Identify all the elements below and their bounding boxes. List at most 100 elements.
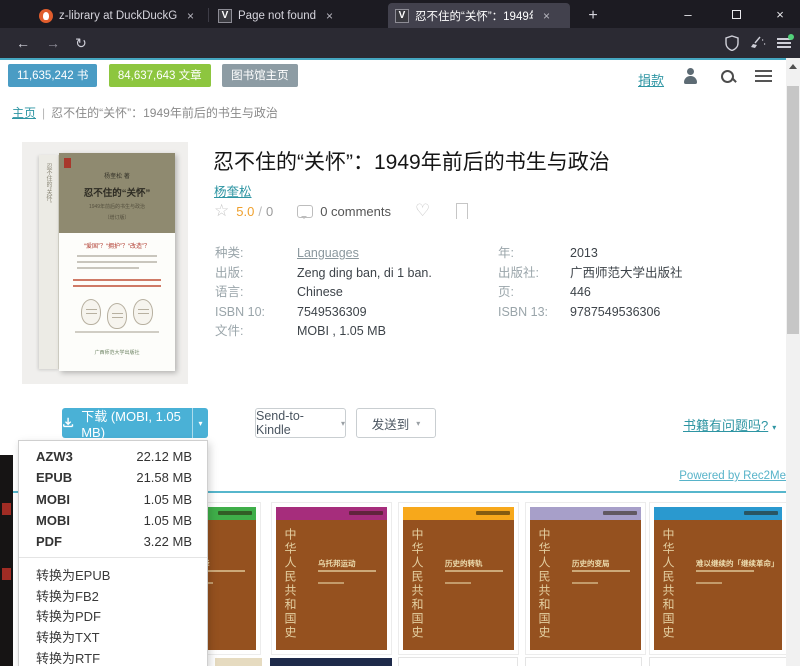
book-front-cover: 杨奎松 著 忍不住的“关怀” 1949年前后的书生与政治 〔增订版〕 “爱国”？… [59,153,175,371]
scroll-up-icon[interactable] [789,64,797,69]
browser-window: z-library at DuckDuckGo × V Page not fou… [0,0,800,666]
report-problem-link[interactable]: 书籍有问题吗? ▾ [683,415,776,434]
cover-band [530,507,641,520]
language-value: Chinese [297,283,497,303]
cover-red-line [73,285,161,287]
window-close-button[interactable]: × [760,0,800,28]
breadcrumb-home-link[interactable]: 主页 [12,106,36,120]
meta-labels-right: 年: 出版社: 页: ISBN 13: [498,244,568,322]
send-to-kindle-button[interactable]: Send-to-Kindle ▾ [255,408,346,438]
isbn13-value: 9787549536306 [570,303,780,323]
page-scrollbar[interactable] [786,58,800,666]
languages-link[interactable]: Languages [297,246,359,260]
menu-item-format[interactable]: MOBI1.05 MB [19,489,207,510]
report-problem-label: 书籍有问题吗? [683,418,768,433]
series-title: 中华人民共和国史 [536,528,553,640]
recommended-book-3[interactable]: 中华人民共和国史 历史的转轨 [399,503,518,654]
breadcrumb-separator: | [42,106,45,120]
back-button[interactable]: ← [12,33,34,53]
file-value: MOBI , 1.05 MB [297,322,497,342]
download-button[interactable]: 下载 (MOBI, 1.05 MB) [62,408,192,438]
recommended-book-row2[interactable] [270,658,392,666]
author-link[interactable]: 杨奎松 [214,181,252,200]
tab-close-icon[interactable]: × [185,9,196,23]
series-title: 中华人民共和国史 [409,528,426,640]
window-maximize-button[interactable] [716,0,756,28]
forward-button[interactable]: → [42,33,64,53]
tab-page-not-found[interactable]: V Page not found × [211,3,383,28]
menu-item-format[interactable]: EPUB21.58 MB [19,467,207,488]
menu-item-convert[interactable]: 转换为EPUB [19,564,207,585]
menu-item-format[interactable]: PDF3.22 MB [19,531,207,552]
cover-text-line [77,261,157,263]
favorite-heart-icon[interactable]: ♡ [415,201,430,221]
cover-text-line [77,255,157,257]
menu-button[interactable] [774,33,794,53]
send-to-button[interactable]: 发送到 ▾ [356,408,436,438]
duckduckgo-icon [39,9,53,23]
meta-values-right: 2013 广西师范大学出版社 446 9787549536306 [570,244,780,322]
menu-item-format[interactable]: AZW322.12 MB [19,446,207,467]
scrollbar-thumb[interactable] [787,86,799,334]
page-top-accent [0,58,800,60]
recommended-book-5[interactable]: 中华人民共和国史 难以继续的「继续革命」 [650,503,786,654]
new-identity-broom-icon[interactable] [748,33,768,53]
caret-down-icon: ▾ [341,419,345,428]
books-count-badge[interactable]: 11,635,242 书 [8,64,97,87]
send-to-label: 发送到 [372,414,410,433]
meta-values-left: Languages Zeng ding ban, di 1 ban. Chine… [297,244,497,342]
recommended-book-4[interactable]: 中华人民共和国史 历史的变局 [526,503,645,654]
recommended-book-row2[interactable] [650,658,786,666]
new-tab-button[interactable]: + [580,3,606,28]
cover-band [276,507,387,520]
cover-title: 忍不住的“关怀” [59,185,175,199]
tab-bar: z-library at DuckDuckGo × V Page not fou… [0,0,800,28]
cover-top-panel: 杨奎松 著 忍不住的“关怀” 1949年前后的书生与政治 〔增订版〕 [59,153,175,233]
book-cover-image[interactable]: 忍不住的“关怀” 杨奎松 著 忍不住的“关怀” 1949年前后的书生与政治 〔增… [22,142,188,384]
tab-duckduckgo[interactable]: z-library at DuckDuckGo × [32,3,206,28]
download-options-caret[interactable]: ▾ [192,408,208,438]
menu-item-convert[interactable]: 转换为FB2 [19,585,207,606]
caret-down-icon: ▾ [772,423,776,432]
tab-close-icon[interactable]: × [324,9,335,23]
reload-button[interactable]: ↻ [70,33,92,53]
rating-score: 5.0 [236,204,254,219]
window-minimize-button[interactable]: – [668,0,708,28]
cover-band [654,507,782,520]
series-title: 中华人民共和国史 [660,528,677,640]
articles-count-badge[interactable]: 84,637,643 文章 [109,64,211,87]
recommended-book-row2[interactable] [215,658,262,666]
rating-star-icon[interactable]: ☆ [214,201,229,221]
library-home-badge[interactable]: 图书馆主页 [222,64,298,87]
shield-icon[interactable] [722,33,742,53]
recommended-book-row2[interactable] [526,658,641,666]
tab-title: z-library at DuckDuckGo [59,10,177,22]
book-spine: 忍不住的“关怀” [39,155,59,369]
recommended-book-2[interactable]: 中华人民共和国史 乌托邦运动 [272,503,391,654]
donate-link[interactable]: 捐款 [638,70,664,89]
menu-item-convert[interactable]: 转换为PDF [19,606,207,627]
recommended-book-row2[interactable] [399,658,517,666]
hamburger-icon [777,38,791,48]
download-label: 下载 (MOBI, 1.05 MB) [81,406,192,440]
cover-author-line: 杨奎松 著 [59,171,175,180]
cover-tagline: “爱国”？“拥护”？“改造”？ [59,241,175,250]
year-value: 2013 [570,244,780,264]
cover-seal [64,158,71,168]
tab-book-page-active[interactable]: V 忍不住的“关怀”：1949年前后的 × [388,3,570,28]
menu-item-format[interactable]: MOBI1.05 MB [19,510,207,531]
download-icon [62,416,74,430]
comments-link[interactable]: 0 comments [320,204,391,219]
menu-item-convert[interactable]: 转换为TXT [19,626,207,647]
download-format-menu: AZW322.12 MB EPUB21.58 MB MOBI1.05 MB MO… [18,440,208,666]
menu-item-convert[interactable]: 转换为RTF [19,647,207,666]
page-title: 忍不住的“关怀”：1949年前后的书生与政治 [213,146,773,176]
bookmark-icon[interactable] [456,203,468,219]
book-title: 难以继续的「继续革命」 [696,558,782,569]
zlibrary-icon: V [395,9,409,23]
rating-count: 0 [266,204,273,219]
tab-close-icon[interactable]: × [541,9,552,23]
powered-by-link[interactable]: Powered by Rec2Me [679,470,786,482]
cover-portrait [107,303,127,329]
cover-publisher-mark: 广西师范大学出版社 [59,349,175,356]
